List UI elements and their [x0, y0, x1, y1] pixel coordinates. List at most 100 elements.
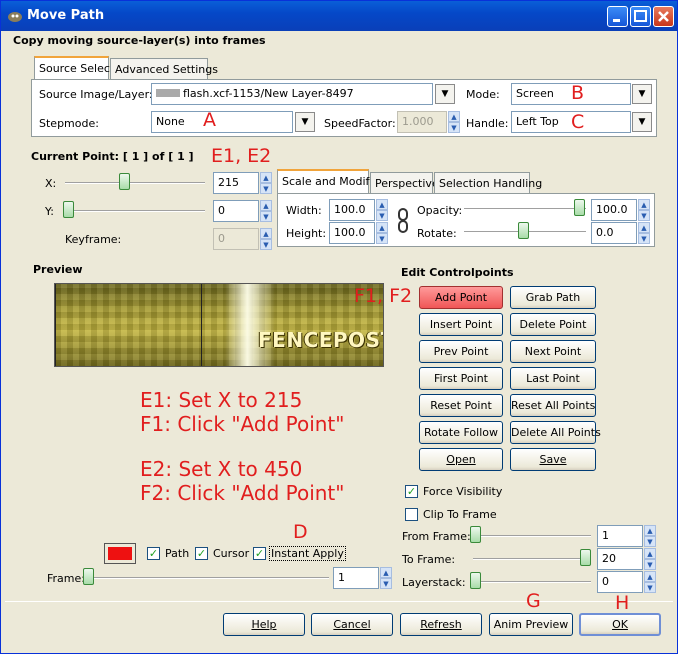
- stepmode-select[interactable]: None: [151, 111, 293, 133]
- close-icon: [658, 11, 669, 22]
- layerstack-field[interactable]: 0: [597, 571, 643, 593]
- minimize-button[interactable]: [607, 6, 628, 27]
- preview-label: Preview: [33, 263, 83, 276]
- layerstack-slider-thumb[interactable]: [470, 572, 481, 589]
- to-frame-spin[interactable]: ▲ ▼: [644, 548, 656, 570]
- height-field[interactable]: 100.0: [329, 222, 375, 244]
- from-frame-spin[interactable]: ▲ ▼: [644, 525, 656, 547]
- instant-apply-checkbox[interactable]: ✓: [253, 547, 266, 560]
- from-frame-slider-track[interactable]: [473, 535, 591, 537]
- speedfactor-field[interactable]: 1.000: [397, 111, 447, 133]
- annotation-step-e1: E1: Set X to 215: [140, 388, 303, 412]
- minimize-icon: [613, 19, 620, 22]
- cursor-checkbox[interactable]: ✓: [195, 547, 208, 560]
- opacity-spin[interactable]: ▲ ▼: [638, 199, 650, 221]
- help-button[interactable]: Help: [223, 613, 305, 636]
- annotation-d: D: [293, 521, 308, 543]
- frame-field[interactable]: 1: [333, 567, 379, 589]
- annotation-step-f2: F2: Click "Add Point": [140, 481, 345, 505]
- width-spin[interactable]: ▲ ▼: [376, 199, 388, 221]
- rotate-spin[interactable]: ▲ ▼: [638, 222, 650, 244]
- y-slider-track[interactable]: [65, 210, 205, 212]
- annotation-e1-e2: E1, E2: [211, 145, 272, 167]
- frame-slider-track[interactable]: [85, 577, 329, 579]
- force-visibility-checkbox[interactable]: ✓: [405, 485, 418, 498]
- x-spin[interactable]: ▲ ▼: [260, 172, 272, 194]
- last-point-button[interactable]: Last Point: [510, 367, 596, 390]
- y-spin[interactable]: ▲ ▼: [260, 200, 272, 222]
- chain-link-icon[interactable]: [397, 208, 409, 234]
- preview-canvas[interactable]: FENCEPOST: [54, 283, 384, 367]
- annotation-step-f1: F1: Click "Add Point": [140, 412, 345, 436]
- grab-path-button[interactable]: Grab Path: [510, 286, 596, 309]
- frame-spin[interactable]: ▲ ▼: [380, 567, 392, 589]
- add-point-button[interactable]: Add Point: [419, 286, 503, 309]
- width-field[interactable]: 100.0: [329, 199, 375, 221]
- rotate-follow-button[interactable]: Rotate Follow: [419, 421, 503, 444]
- tab-selection-handling[interactable]: Selection Handling: [434, 172, 542, 194]
- keyframe-spin[interactable]: ▲ ▼: [260, 228, 272, 250]
- to-frame-field[interactable]: 20: [597, 548, 643, 570]
- rotate-field[interactable]: 0.0: [591, 222, 637, 244]
- opacity-label: Opacity:: [417, 204, 463, 217]
- opacity-field[interactable]: 100.0: [591, 199, 637, 221]
- cursor-label: Cursor: [213, 547, 250, 560]
- speedfactor-spin[interactable]: ▲ ▼: [448, 111, 460, 133]
- opacity-slider-thumb[interactable]: [574, 199, 585, 216]
- layer-thumbnail: [156, 89, 180, 97]
- reset-point-button[interactable]: Reset Point: [419, 394, 503, 417]
- stepmode-dropdown-button[interactable]: ▼: [295, 112, 315, 132]
- delete-point-button[interactable]: Delete Point: [510, 313, 596, 336]
- opacity-slider-track[interactable]: [464, 208, 586, 210]
- path-checkbox[interactable]: ✓: [147, 547, 160, 560]
- annotation-h: H: [615, 592, 630, 614]
- maximize-button[interactable]: [630, 6, 651, 27]
- mode-label: Mode:: [466, 88, 500, 101]
- prev-point-button[interactable]: Prev Point: [419, 340, 503, 363]
- gimp-app-icon: [8, 12, 22, 22]
- open-button[interactable]: Open: [419, 448, 503, 471]
- title-bar[interactable]: Move Path: [1, 1, 677, 31]
- tab-perspective[interactable]: Perspective: [370, 172, 439, 194]
- force-visibility-label: Force Visibility: [423, 485, 503, 498]
- tab-scale-and-modify[interactable]: Scale and Modify: [277, 169, 376, 193]
- tab-advanced-settings[interactable]: Advanced Settings: [110, 58, 218, 80]
- to-frame-slider-thumb[interactable]: [580, 549, 591, 566]
- handle-label: Handle:: [466, 117, 509, 130]
- insert-point-button[interactable]: Insert Point: [419, 313, 503, 336]
- height-spin[interactable]: ▲ ▼: [376, 222, 388, 244]
- source-image-dropdown-button[interactable]: ▼: [435, 84, 455, 104]
- refresh-button[interactable]: Refresh: [400, 613, 482, 636]
- path-color-button[interactable]: [104, 543, 136, 564]
- x-slider-thumb[interactable]: [119, 173, 130, 190]
- clip-to-frame-checkbox[interactable]: [405, 508, 418, 521]
- layerstack-spin[interactable]: ▲ ▼: [644, 571, 656, 593]
- cancel-button[interactable]: Cancel: [311, 613, 393, 636]
- keyframe-field[interactable]: 0: [213, 228, 259, 250]
- close-button[interactable]: [653, 6, 674, 27]
- ok-button[interactable]: OK: [579, 613, 661, 636]
- y-slider-thumb[interactable]: [63, 201, 74, 218]
- next-point-button[interactable]: Next Point: [510, 340, 596, 363]
- to-frame-slider-track[interactable]: [473, 558, 591, 560]
- y-field[interactable]: 0: [213, 200, 259, 222]
- x-slider-track[interactable]: [65, 182, 205, 184]
- mode-dropdown-button[interactable]: ▼: [632, 84, 652, 104]
- tab-source-select[interactable]: Source Select: [34, 56, 114, 80]
- x-field[interactable]: 215: [213, 172, 259, 194]
- reset-all-points-button[interactable]: Reset All Points: [510, 394, 596, 417]
- rotate-slider-thumb[interactable]: [518, 222, 529, 239]
- from-frame-slider-thumb[interactable]: [470, 526, 481, 543]
- frame-slider-thumb[interactable]: [83, 568, 94, 585]
- first-point-button[interactable]: First Point: [419, 367, 503, 390]
- delete-all-points-button[interactable]: Delete All Points: [510, 421, 601, 444]
- annotation-f1-f2: F1, F2: [354, 285, 413, 307]
- from-frame-field[interactable]: 1: [597, 525, 643, 547]
- layerstack-slider-track[interactable]: [473, 581, 591, 583]
- handle-dropdown-button[interactable]: ▼: [632, 112, 652, 132]
- preview-path-line: [201, 284, 202, 366]
- bottom-separator: [5, 601, 673, 602]
- save-button[interactable]: Save: [510, 448, 596, 471]
- anim-preview-button[interactable]: Anim Preview: [489, 613, 573, 636]
- source-image-field[interactable]: flash.xcf-1153/New Layer-8497: [151, 83, 433, 105]
